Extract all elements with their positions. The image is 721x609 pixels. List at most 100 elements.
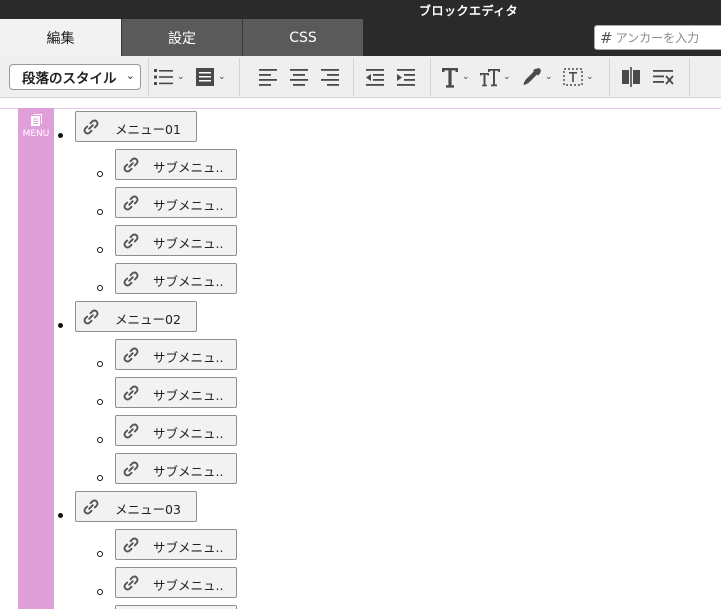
submenu-item-label: サブメニュ.. — [153, 464, 224, 479]
align-right-button[interactable] — [320, 65, 340, 89]
block-top-line — [0, 108, 721, 109]
link-icon — [121, 421, 141, 441]
divider — [148, 58, 149, 96]
tab-edit[interactable]: 編集 — [0, 19, 121, 56]
submenu-item-button[interactable]: サブメニュ.. — [115, 339, 237, 370]
indent-button[interactable] — [396, 65, 416, 89]
menu-item-button[interactable]: メニュー03 — [75, 491, 197, 522]
align-center-button[interactable] — [289, 65, 309, 89]
menu-block-icon — [31, 114, 42, 126]
bullet-circle — [97, 475, 103, 481]
chevron-down-icon: ⌄ — [218, 72, 226, 82]
paragraph-style-label: 段落のスタイル — [22, 71, 117, 87]
editor-area[interactable]: MENU メニュー01 サブメニュ.. サブメニュ.. サブメニュ.. サブメニュ.. メ… — [0, 98, 721, 609]
menu-item-button[interactable]: メニュー02 — [75, 301, 197, 332]
align-right-icon — [321, 69, 339, 86]
window-title: ブロックエディタ — [419, 4, 519, 18]
divider — [430, 58, 431, 96]
submenu-item-button[interactable]: サブメニュ.. — [115, 263, 237, 294]
divider — [609, 58, 610, 96]
chevron-down-icon: ⌄ — [125, 69, 135, 82]
submenu-item-label: サブメニュ.. — [153, 198, 224, 213]
bullet-dot — [58, 323, 63, 328]
block-icon — [196, 68, 214, 86]
list-button[interactable]: ⌄ — [153, 65, 185, 89]
link-icon — [121, 231, 141, 251]
submenu-item-button[interactable]: サブメニュ.. — [115, 187, 237, 218]
indent-icon — [397, 69, 415, 86]
text-size-button[interactable]: ⌄ — [479, 65, 511, 89]
chevron-down-icon: ⌄ — [177, 72, 185, 82]
divider — [353, 58, 354, 96]
align-left-icon — [259, 69, 277, 86]
clear-format-button[interactable] — [652, 65, 674, 89]
chevron-down-icon: ⌄ — [586, 72, 594, 82]
clear-format-icon — [653, 70, 674, 85]
submenu-item-button[interactable]: サブメニュ.. — [115, 377, 237, 408]
link-icon — [121, 459, 141, 479]
anchor-placeholder: アンカーを入力 — [615, 31, 700, 45]
bullet-circle — [97, 247, 103, 253]
menu-block-handle[interactable]: MENU — [18, 108, 54, 609]
menu-item-label: メニュー03 — [115, 502, 181, 517]
link-icon — [121, 193, 141, 213]
paragraph-style-select[interactable]: 段落のスタイル ⌄ — [9, 64, 141, 90]
color-picker-button[interactable]: ⌄ — [521, 65, 553, 89]
submenu-item-button[interactable]: サブメニュ.. — [115, 453, 237, 484]
submenu-item-label: サブメニュ.. — [153, 540, 224, 555]
bullet-circle — [97, 589, 103, 595]
chevron-down-icon: ⌄ — [462, 72, 470, 82]
block-button[interactable]: ⌄ — [194, 65, 226, 89]
submenu-item-button[interactable]: サブメニュ.. — [115, 605, 237, 609]
link-icon — [121, 269, 141, 289]
bullet-dot — [58, 133, 63, 138]
bullet-circle — [97, 171, 103, 177]
menu-item-button[interactable]: メニュー01 — [75, 111, 197, 142]
divider — [689, 58, 690, 96]
tab-bar: 編集 設定 CSS # アンカーを入力 — [0, 19, 721, 56]
color-picker-icon — [523, 68, 541, 85]
submenu-item-button[interactable]: サブメニュ.. — [115, 149, 237, 180]
text-button[interactable]: ⌄ — [440, 65, 470, 89]
hash-icon: # — [600, 28, 613, 47]
submenu-item-label: サブメニュ.. — [153, 578, 224, 593]
bullet-dot — [58, 513, 63, 518]
chevron-down-icon: ⌄ — [545, 72, 553, 82]
submenu-item-button[interactable]: サブメニュ.. — [115, 567, 237, 598]
columns-icon — [622, 67, 640, 87]
link-icon — [81, 117, 101, 137]
border-button[interactable]: ⌄ — [562, 65, 594, 89]
link-icon — [121, 573, 141, 593]
link-icon — [121, 535, 141, 555]
border-icon — [563, 68, 583, 86]
submenu-item-label: サブメニュ.. — [153, 388, 224, 403]
toolbar: 段落のスタイル ⌄ ⌄ ⌄ ⌄ ⌄ ⌄ ⌄ — [0, 56, 721, 98]
columns-button[interactable] — [621, 65, 641, 89]
outdent-button[interactable] — [365, 65, 385, 89]
link-icon — [121, 155, 141, 175]
submenu-item-label: サブメニュ.. — [153, 160, 224, 175]
bullet-circle — [97, 399, 103, 405]
submenu-item-label: サブメニュ.. — [153, 350, 224, 365]
menu-item-label: メニュー01 — [115, 122, 181, 137]
tab-settings[interactable]: 設定 — [121, 19, 242, 56]
submenu-item-button[interactable]: サブメニュ.. — [115, 529, 237, 560]
link-icon — [121, 383, 141, 403]
bullet-circle — [97, 551, 103, 557]
bullet-circle — [97, 209, 103, 215]
bullet-circle — [97, 285, 103, 291]
align-center-icon — [290, 69, 308, 86]
anchor-input[interactable]: # アンカーを入力 — [594, 25, 721, 50]
align-left-button[interactable] — [258, 65, 278, 89]
divider — [239, 58, 240, 96]
link-icon — [81, 497, 101, 517]
submenu-item-button[interactable]: サブメニュ.. — [115, 225, 237, 256]
tab-css[interactable]: CSS — [242, 19, 363, 56]
submenu-item-button[interactable]: サブメニュ.. — [115, 415, 237, 446]
menu-block-label: MENU — [22, 129, 50, 139]
link-icon — [121, 345, 141, 365]
menu-item-label: メニュー02 — [115, 312, 181, 327]
bullet-circle — [97, 437, 103, 443]
text-icon — [442, 68, 458, 88]
title-bar: ブロックエディタ — [0, 0, 721, 19]
